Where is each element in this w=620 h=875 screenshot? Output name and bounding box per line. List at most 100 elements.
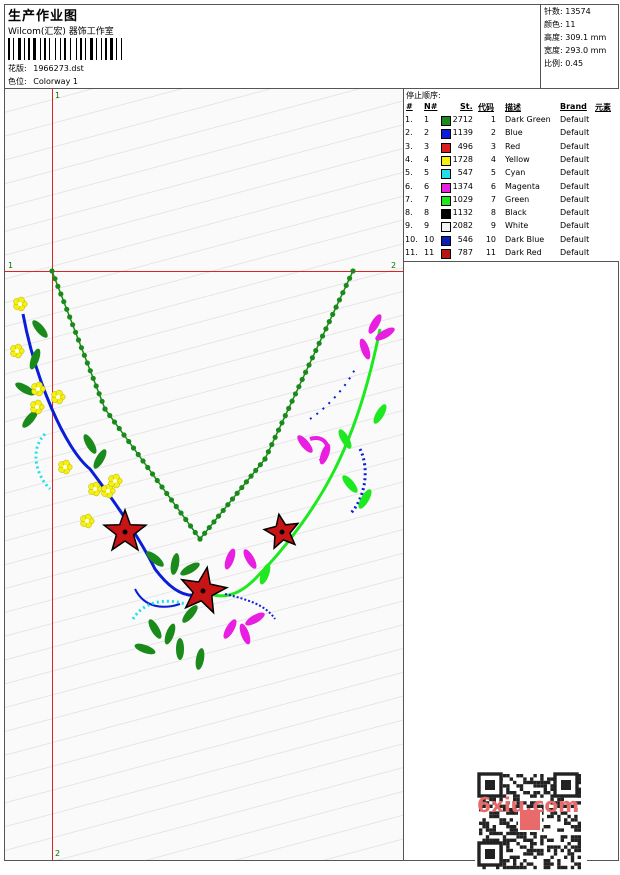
qr-module [502,774,507,778]
qr-module [523,831,527,836]
leaf [134,643,156,655]
qr-module [574,818,578,822]
row-index: 6. [405,181,413,191]
qr-module [557,845,561,849]
barcode-bar [62,38,63,60]
barcode-bar [26,38,27,60]
qr-module [506,784,510,788]
thread-row[interactable]: 7. 7 1029 7 Green Default [404,195,619,208]
qr-module [543,825,547,829]
qr-module [526,848,530,853]
thread-row[interactable]: 2. 2 1139 2 Blue Default [404,128,619,141]
qr-module [570,845,575,849]
thread-row[interactable]: 10. 10 546 10 Dark Blue Default [404,235,619,248]
leaf [359,338,371,360]
barcode-bar [121,38,122,60]
qr-module [496,831,500,836]
flower-center [63,465,67,469]
design-canvas[interactable]: 1 2 1 2 [5,89,587,871]
barcode-bar [80,38,82,60]
thread-row[interactable]: 4. 4 1728 4 Yellow Default [404,155,619,168]
barcode-bar [13,38,14,60]
qr-module [482,818,486,822]
qr-module [506,825,510,829]
row-n: 5 [424,168,430,178]
qr-module [502,862,507,866]
qr-module [526,780,530,785]
qr-module [502,835,507,839]
qr-module [485,825,490,829]
leaf [319,443,331,465]
qr-module [536,852,541,856]
barcode-bar [76,38,77,60]
flower-center [56,395,60,399]
qr-module [550,845,554,849]
barcode-bar [40,38,41,60]
qr-finder-center [485,780,495,790]
qr-module [509,818,513,822]
barcode-bar [44,38,46,60]
leaf [170,553,180,575]
row-index: 11. [405,248,418,257]
qr-module [530,842,534,846]
leaf [164,623,176,645]
barcode-bar [123,38,125,60]
stat-height: 高度: 309.1 mm [544,33,607,42]
color-swatch [441,129,451,140]
qr-module [526,838,530,842]
qr-module [547,780,551,785]
qr-module [570,825,575,829]
qr-module [492,825,496,829]
colorway-value: Colorway 1 [33,77,78,86]
thread-row[interactable]: 1. 1 2712 1 Dark Green Default [404,115,619,128]
barcode-bar [37,38,39,60]
watermark-text: 6xiu.com [477,793,579,817]
barcode-bar [15,38,17,60]
row-desc: Red [505,141,521,151]
row-desc: Dark Red [505,248,542,257]
qr-module [489,831,493,836]
row-code: 4 [490,154,496,164]
qr-module [506,842,510,846]
qr-module [550,787,554,791]
col-n: N# [424,102,438,111]
qr-module [509,855,513,859]
right-branch-blue [224,593,276,620]
row-stitches: 1139 [452,128,473,138]
qr-module [519,831,524,836]
qr-module [564,818,568,822]
qr-module [547,862,551,866]
row-code: 8 [490,208,496,218]
row-stitches: 2082 [452,221,473,231]
stop-sequence-title: 停止顺序: [406,91,441,100]
leaf [243,549,257,569]
qr-finder-center [485,849,495,859]
thread-row[interactable]: 8. 8 1132 8 Black Default [404,208,619,221]
qr-module [516,774,520,778]
qr-module [570,835,575,839]
qr-module [577,848,581,853]
leaf [223,619,237,639]
flower-center [35,405,39,409]
thread-row[interactable]: 9. 9 2082 9 White Default [404,221,619,234]
thread-row[interactable]: 5. 5 547 5 Cyan Default [404,168,619,181]
thread-row[interactable]: 11. 11 787 11 Dark Red Default [404,248,619,261]
qr-module [523,852,527,856]
qr-module [530,862,534,866]
qr-module [519,787,524,791]
barcode-bar [18,38,21,60]
thread-row[interactable]: 3. 3 496 3 Red Default [404,142,619,155]
qr-module [547,845,551,849]
qr-module [485,835,490,839]
row-brand: Default [560,234,590,244]
row-desc: Dark Blue [505,234,545,244]
barcode-bar [42,38,43,60]
company-name: Wilcom(汇宏) 器饰工作室 [8,27,114,37]
qr-module [516,831,520,836]
qr-module [513,831,517,836]
thread-row[interactable]: 6. 6 1374 6 Magenta Default [404,182,619,195]
qr-module [577,838,581,842]
row-brand: Default [560,181,590,191]
barcode-bar [110,38,113,60]
qr-module [479,831,483,836]
